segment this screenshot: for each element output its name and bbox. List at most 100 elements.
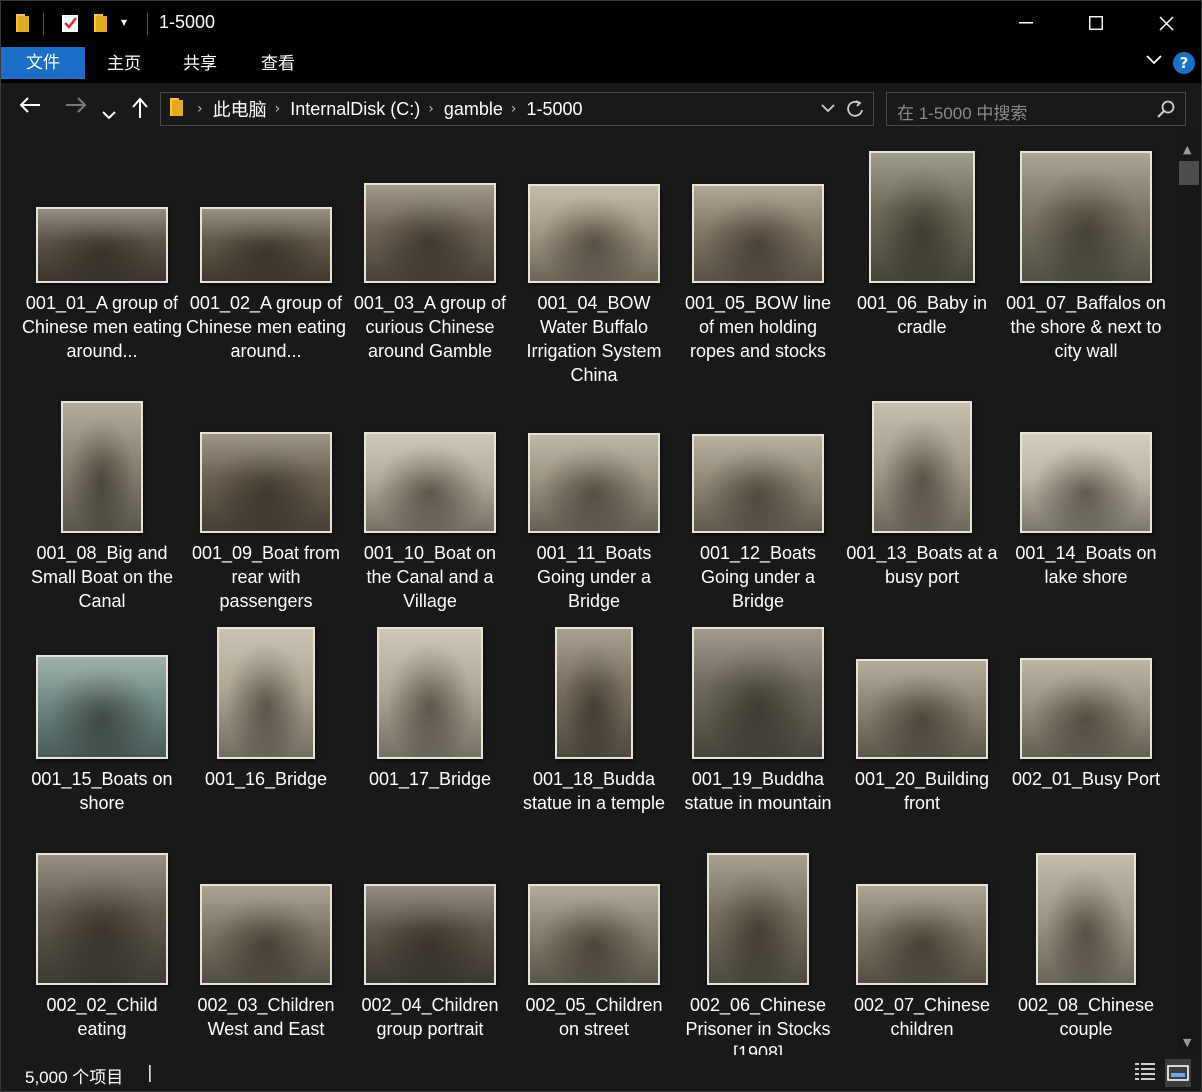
scroll-down-icon[interactable]: ▼ <box>1183 1036 1191 1049</box>
file-name: 001_19_Buddha statue in mountain <box>684 769 832 813</box>
tab-home[interactable]: 主页 <box>91 49 157 79</box>
address-history-chevron-icon <box>821 104 835 113</box>
photo-chinese-couple-icon[interactable] <box>1036 853 1136 985</box>
breadcrumb-drive[interactable]: InternalDisk (C:) <box>290 99 420 120</box>
search-box[interactable]: 在 1-5000 中搜索 <box>886 92 1186 126</box>
photo-temple-building-icon[interactable] <box>856 659 988 759</box>
file-name: 001_12_Boats Going under a Bridge <box>699 543 817 611</box>
expand-ribbon-icon[interactable] <box>1145 51 1163 70</box>
file-name: 001_14_Boats on lake shore <box>1015 543 1157 587</box>
tab-file[interactable]: 文件 <box>1 47 85 79</box>
minimize-button[interactable] <box>991 1 1061 45</box>
file-name: 001_03_A group of curious Chinese around… <box>353 293 507 361</box>
photo-men-eating-table-icon[interactable] <box>200 207 332 283</box>
item-count: 5,000 个项目 <box>25 1068 124 1087</box>
photo-busy-port-icon[interactable] <box>1020 658 1152 759</box>
ribbon-tabs: 文件 主页 共享 查看 ? <box>1 45 1201 83</box>
file-name: 001_04_BOW Water Buffalo Irrigation Syst… <box>526 293 662 385</box>
photo-children-street-icon[interactable] <box>528 884 660 985</box>
file-name: 001_06_Baby in cradle <box>856 293 988 337</box>
photo-baby-cradle-icon[interactable] <box>869 151 975 283</box>
chevron-right-icon[interactable]: › <box>511 101 517 117</box>
chevron-right-icon[interactable]: › <box>197 101 203 117</box>
up-arrow-icon[interactable] <box>131 97 149 125</box>
photo-children-portrait-icon[interactable] <box>364 884 496 985</box>
file-name: 001_17_Bridge <box>368 769 492 789</box>
file-name: 002_07_Chinese children <box>853 995 991 1039</box>
search-icon[interactable] <box>1157 100 1175 118</box>
address-controls <box>819 98 867 125</box>
file-name: 001_08_Big and Small Boat on the Canal <box>30 543 174 611</box>
file-name: 002_03_Children West and East <box>197 995 335 1039</box>
photo-children-group-icon[interactable] <box>200 884 332 985</box>
forward-arrow-icon[interactable] <box>65 95 87 120</box>
photo-buffalo-wall-icon[interactable] <box>1020 151 1152 283</box>
new-folder-icon[interactable] <box>93 13 109 37</box>
breadcrumb-current[interactable]: 1-5000 <box>527 99 583 120</box>
photo-boat-village-icon[interactable] <box>364 432 496 533</box>
back-arrow-icon[interactable] <box>19 95 41 120</box>
chevron-right-icon[interactable]: › <box>428 101 434 117</box>
photo-mountain-carving-icon[interactable] <box>692 627 824 759</box>
recent-locations-chevron-icon[interactable] <box>102 101 116 126</box>
tab-view[interactable]: 查看 <box>245 49 311 79</box>
photo-sailboat-canal-icon[interactable] <box>61 401 143 533</box>
large-icons-view-icon[interactable] <box>1165 1059 1191 1087</box>
customize-toolbar-icon[interactable]: ▾ <box>121 15 127 29</box>
photo-boats-shore-color-icon[interactable] <box>36 655 168 759</box>
text-cursor: | <box>147 1063 153 1083</box>
help-icon[interactable]: ? <box>1173 52 1195 74</box>
file-name: 001_18_Budda statue in a temple <box>522 769 666 813</box>
file-name: 001_02_A group of Chinese men eating aro… <box>185 293 347 361</box>
photo-sail-port-icon[interactable] <box>872 401 972 533</box>
photo-men-eating-table-icon[interactable] <box>36 207 168 283</box>
photo-irrigation-field-icon[interactable] <box>528 184 660 283</box>
file-name: 001_16_Bridge <box>204 769 328 789</box>
maximize-icon <box>1089 16 1103 30</box>
photo-boat-passengers-icon[interactable] <box>200 432 332 533</box>
address-bar[interactable]: › 此电脑 › InternalDisk (C:) › gamble › 1-5… <box>160 92 874 126</box>
file-explorer-window: ▾ 1-5000 文件 主页 共享 查看 ? › 此电脑 › InternalD… <box>0 0 1202 1092</box>
photo-buddha-statue-icon[interactable] <box>555 627 633 759</box>
window-title: 1-5000 <box>159 12 216 32</box>
details-view-icon[interactable] <box>1133 1059 1159 1087</box>
status-bar: 5,000 个项目 | <box>1 1055 1201 1091</box>
photo-line-of-men-icon[interactable] <box>692 184 824 283</box>
search-input[interactable]: 在 1-5000 中搜索 <box>897 99 1027 124</box>
breadcrumb-gamble[interactable]: gamble <box>444 99 503 120</box>
photo-chinese-children-icon[interactable] <box>856 884 988 985</box>
file-name: 001_07_Baffalos on the shore & next to c… <box>1006 293 1166 361</box>
file-name: 001_11_Boats Going under a Bridge <box>536 543 652 611</box>
title-bar: ▾ 1-5000 <box>1 1 1201 45</box>
photo-arch-bridge-icon[interactable] <box>692 434 824 533</box>
scrollbar-thumb[interactable] <box>1179 161 1199 185</box>
divider <box>147 13 148 35</box>
file-name: 002_05_Children on street <box>525 995 663 1039</box>
photo-bridge-icon[interactable] <box>217 627 315 759</box>
file-name: 001_05_BOW line of men holding ropes and… <box>684 293 832 361</box>
photo-prisoner-stocks-icon[interactable] <box>707 853 809 985</box>
vertical-scrollbar[interactable]: ▲ ▼ <box>1177 135 1201 1055</box>
tab-share[interactable]: 共享 <box>167 49 233 79</box>
scroll-up-icon[interactable]: ▲ <box>1183 143 1191 156</box>
chevron-right-icon[interactable]: › <box>275 101 281 117</box>
properties-icon[interactable] <box>61 13 79 37</box>
file-name: 002_08_Chinese couple <box>1017 995 1155 1039</box>
breadcrumb-this-pc[interactable]: 此电脑 <box>213 96 267 122</box>
folder-icon <box>15 13 31 37</box>
file-name: 002_04_Children group portrait <box>361 995 499 1039</box>
file-name: 002_06_Chinese Prisoner in Stocks [1908] <box>685 995 831 1055</box>
photo-bridge-boat-icon[interactable] <box>377 627 483 759</box>
divider <box>43 13 44 35</box>
folder-icon <box>169 97 185 121</box>
file-name: 002_01_Busy Port <box>1011 769 1161 789</box>
file-name: 001_20_Building front <box>854 769 990 813</box>
photo-arch-bridge-icon[interactable] <box>528 433 660 533</box>
photo-lake-boats-icon[interactable] <box>1020 432 1152 533</box>
navigation-bar: › 此电脑 › InternalDisk (C:) › gamble › 1-5… <box>1 83 1201 135</box>
close-button[interactable] <box>1131 1 1201 45</box>
photo-child-eating-icon[interactable] <box>36 853 168 985</box>
maximize-button[interactable] <box>1061 1 1131 45</box>
photo-crowd-street-icon[interactable] <box>364 183 496 283</box>
minimize-icon <box>1019 22 1033 24</box>
